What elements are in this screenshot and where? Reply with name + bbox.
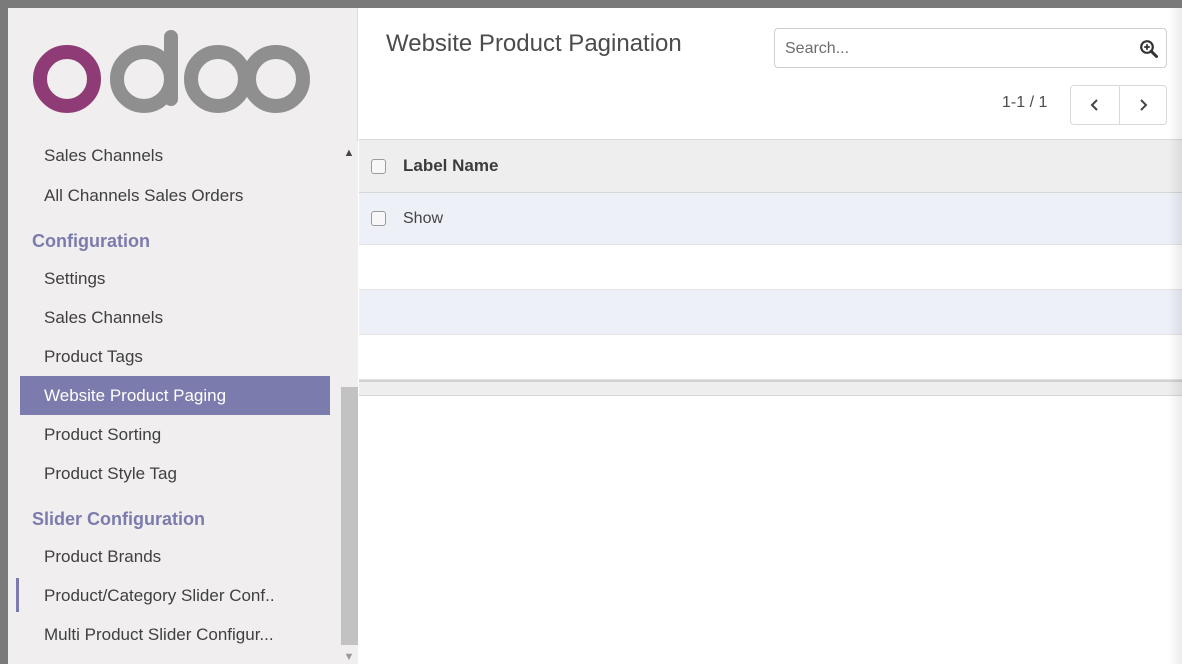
column-header-label-name[interactable]: Label Name <box>403 156 498 176</box>
zoom-in-icon[interactable] <box>1139 39 1159 59</box>
sidebar-item-website-product-paging[interactable]: Website Product Paging <box>20 376 330 415</box>
window-frame-top <box>0 0 1182 8</box>
select-all-checkbox[interactable] <box>371 158 386 174</box>
scrollbar-thumb[interactable] <box>341 387 358 645</box>
pager-next-button[interactable] <box>1118 86 1167 124</box>
main-content: Website Product Pagination 1-1 / 1 <box>359 8 1182 664</box>
empty-row <box>359 290 1182 335</box>
cell-label-name[interactable]: Show <box>403 210 443 228</box>
list-header: Label Name <box>359 140 1182 193</box>
sidebar-section-configuration[interactable]: Configuration <box>20 215 330 259</box>
sidebar-item-multi-product-slider[interactable]: Multi Product Slider Configur... <box>20 615 330 654</box>
table-row[interactable]: Show <box>359 193 1182 245</box>
chevron-left-icon <box>1090 99 1098 111</box>
sidebar-item-settings[interactable]: Settings <box>20 259 330 298</box>
search-input[interactable] <box>785 37 1115 61</box>
sidebar-item-all-channels-sales-orders[interactable]: All Channels Sales Orders <box>20 176 330 215</box>
sidebar-item-sales-channels-config[interactable]: Sales Channels <box>20 298 330 337</box>
scroll-down-arrow-icon[interactable]: ▼ <box>340 646 358 664</box>
odoo-logo[interactable] <box>30 22 310 122</box>
sidebar-item-product-tags[interactable]: Product Tags <box>20 337 330 376</box>
list-view: Label Name Show <box>359 140 1182 396</box>
pager-previous-button[interactable] <box>1071 86 1119 124</box>
sidebar-item-product-sorting[interactable]: Product Sorting <box>20 415 330 454</box>
window-frame-left <box>0 0 8 664</box>
sidebar-item-product-category-slider[interactable]: Product/Category Slider Conf.. <box>20 576 330 615</box>
pager-buttons <box>1070 85 1167 125</box>
sidebar-item-sales-channels[interactable]: Sales Channels <box>20 142 330 176</box>
control-panel: Website Product Pagination 1-1 / 1 <box>359 8 1182 140</box>
search-box[interactable] <box>774 28 1167 68</box>
window-shadow <box>1168 8 1182 664</box>
chevron-right-icon <box>1140 99 1148 111</box>
empty-row <box>359 335 1182 380</box>
sidebar-section-slider-configuration[interactable]: Slider Configuration <box>20 493 330 537</box>
sidebar-indicator <box>16 578 19 612</box>
sidebar-scrollbar[interactable]: ▲ ▼ <box>340 142 358 664</box>
sidebar-item-product-style-tag[interactable]: Product Style Tag <box>20 454 330 493</box>
scroll-up-arrow-icon[interactable]: ▲ <box>340 142 358 168</box>
list-footer <box>359 380 1182 396</box>
sidebar: Sales Channels All Channels Sales Orders… <box>8 8 358 664</box>
empty-row <box>359 245 1182 290</box>
row-checkbox[interactable] <box>371 211 386 226</box>
page-title: Website Product Pagination <box>386 30 682 57</box>
pager-value[interactable]: 1-1 / 1 <box>1002 94 1047 112</box>
sidebar-menu: Sales Channels All Channels Sales Orders… <box>20 142 330 654</box>
sidebar-item-product-brands[interactable]: Product Brands <box>20 537 330 576</box>
